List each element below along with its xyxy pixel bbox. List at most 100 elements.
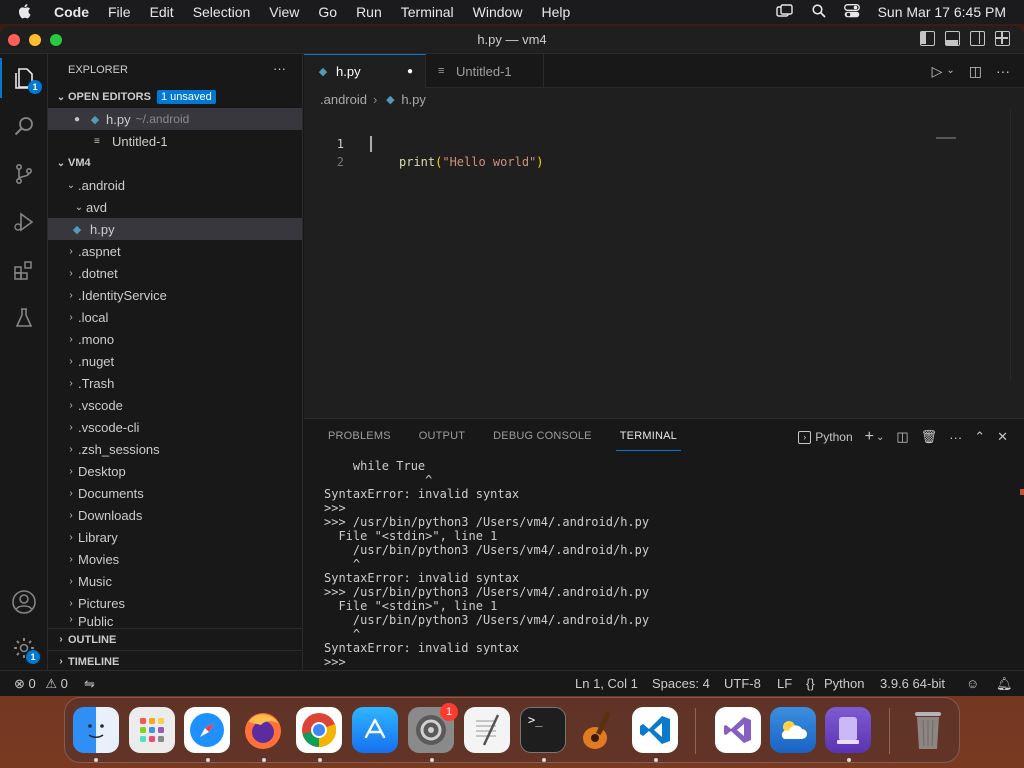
maximize-panel-chevron-up-icon[interactable]: ⌃	[974, 429, 985, 445]
language-mode[interactable]: Python	[824, 676, 864, 691]
terminal-shell-label[interactable]: Python	[815, 430, 852, 444]
minimap[interactable]	[936, 137, 956, 139]
testing-activity-icon[interactable]	[0, 298, 48, 338]
outline-section[interactable]: › OUTLINE	[48, 628, 302, 650]
close-panel-icon[interactable]: ✕	[997, 429, 1008, 445]
tree-item-nuget[interactable]: › .nuget	[48, 350, 302, 372]
cursor-position[interactable]: Ln 1, Col 1	[575, 676, 638, 691]
editor-scrollbar[interactable]	[1010, 110, 1024, 380]
toggle-secondary-sidebar-icon[interactable]	[970, 31, 985, 46]
terminal-app-icon[interactable]: >_	[520, 707, 566, 753]
system-settings-icon[interactable]: 1	[408, 703, 458, 753]
menu-window[interactable]: Window	[473, 4, 523, 20]
source-control-activity-icon[interactable]	[0, 154, 48, 194]
tree-item-avd[interactable]: ⌄ avd	[48, 196, 302, 218]
kill-terminal-trash-icon[interactable]: 🗑︎	[921, 429, 938, 445]
toggle-panel-icon[interactable]	[945, 31, 960, 46]
open-editor-h-py[interactable]: ● ◆ h.py ~/.android	[48, 108, 302, 130]
search-activity-icon[interactable]	[0, 106, 48, 146]
tab-dirty-indicator-icon[interactable]: ●	[407, 66, 413, 77]
explorer-activity-icon[interactable]: 1	[0, 58, 48, 98]
manage-gear-icon[interactable]: 1	[0, 628, 48, 668]
simulator-icon[interactable]	[825, 707, 871, 753]
tree-item-trash[interactable]: › .Trash	[48, 372, 302, 394]
tree-item-public[interactable]: › Public	[48, 614, 302, 628]
chrome-icon[interactable]	[296, 707, 342, 753]
tab-h-py[interactable]: ◆ h.py ●	[304, 54, 426, 88]
trash-icon[interactable]	[905, 707, 951, 753]
tree-item-vscode[interactable]: › .vscode	[48, 394, 302, 416]
indentation[interactable]: Spaces: 4	[652, 676, 710, 691]
menu-terminal[interactable]: Terminal	[401, 4, 454, 20]
split-terminal-icon[interactable]: ◫	[896, 429, 908, 445]
tab-terminal[interactable]: TERMINAL	[615, 422, 681, 451]
spotlight-search-icon[interactable]	[811, 3, 826, 21]
customize-layout-icon[interactable]	[995, 31, 1010, 46]
vscode-icon[interactable]	[632, 707, 678, 753]
screen-mirroring-icon[interactable]	[775, 3, 794, 21]
tree-item-pictures[interactable]: › Pictures	[48, 592, 302, 614]
finder-icon[interactable]	[73, 707, 119, 753]
run-options-chevron-down-icon[interactable]: ⌄	[946, 65, 954, 80]
toggle-primary-sidebar-icon[interactable]	[920, 31, 935, 46]
control-center-icon[interactable]	[843, 3, 860, 21]
tree-item-local[interactable]: › .local	[48, 306, 302, 328]
weather-icon[interactable]	[770, 707, 816, 753]
tree-item-movies[interactable]: › Movies	[48, 548, 302, 570]
breadcrumb-folder[interactable]: .android	[320, 92, 367, 107]
terminal-dropdown-chevron-icon[interactable]: ⌄	[876, 432, 884, 443]
tree-item-android[interactable]: ⌄ .android	[48, 174, 302, 196]
problems-status[interactable]: ⊗ 0 ⚠ 0	[14, 676, 68, 692]
garageband-icon[interactable]	[576, 707, 622, 753]
tab-debug-console[interactable]: DEBUG CONSOLE	[489, 422, 596, 450]
timeline-section[interactable]: › TIMELINE	[48, 650, 302, 670]
split-editor-icon[interactable]: ◫	[969, 63, 982, 80]
tab-output[interactable]: OUTPUT	[415, 422, 469, 450]
tree-item-downloads[interactable]: › Downloads	[48, 504, 302, 526]
accounts-activity-icon[interactable]	[0, 582, 48, 622]
menu-run[interactable]: Run	[356, 4, 382, 20]
menu-go[interactable]: Go	[318, 4, 337, 20]
menu-view[interactable]: View	[269, 4, 299, 20]
menu-file[interactable]: File	[108, 4, 131, 20]
tree-item-h-py[interactable]: ◆ h.py	[48, 218, 302, 240]
python-interpreter[interactable]: 3.9.6 64-bit	[880, 676, 945, 691]
visual-studio-icon[interactable]	[715, 707, 761, 753]
safari-icon[interactable]	[184, 707, 230, 753]
editor-more-actions-icon[interactable]: ···	[996, 63, 1010, 80]
terminal-output[interactable]: while True ^ SyntaxError: invalid syntax…	[324, 459, 649, 669]
app-store-icon[interactable]	[352, 707, 398, 753]
run-python-file-icon[interactable]: ▷	[932, 63, 943, 80]
menubar-clock[interactable]: Sun Mar 17 6:45 PM	[878, 4, 1006, 20]
firefox-icon[interactable]	[240, 707, 286, 753]
tree-item-aspnet[interactable]: › .aspnet	[48, 240, 302, 262]
tree-item-identityservice[interactable]: › .IdentityService	[48, 284, 302, 306]
vm4-folder-section[interactable]: ⌄ VM4	[48, 152, 302, 174]
notifications-bell-icon[interactable]: 🔔︎	[996, 676, 1013, 692]
menu-edit[interactable]: Edit	[150, 4, 174, 20]
tree-item-mono[interactable]: › .mono	[48, 328, 302, 350]
tab-untitled-1[interactable]: ≡ Untitled-1	[426, 54, 544, 88]
tab-problems[interactable]: PROBLEMS	[324, 422, 395, 450]
tree-item-library[interactable]: › Library	[48, 526, 302, 548]
apple-menu-icon[interactable]	[18, 3, 38, 22]
menu-selection[interactable]: Selection	[193, 4, 251, 20]
breadcrumb-file[interactable]: h.py	[401, 92, 426, 107]
dirty-dot-icon[interactable]: ●	[74, 114, 88, 125]
end-of-line[interactable]: LF	[777, 676, 792, 691]
tree-item-documents[interactable]: › Documents	[48, 482, 302, 504]
extensions-activity-icon[interactable]	[0, 250, 48, 290]
menu-help[interactable]: Help	[541, 4, 570, 20]
explorer-more-actions-icon[interactable]: ···	[273, 61, 286, 76]
tree-item-dotnet[interactable]: › .dotnet	[48, 262, 302, 284]
open-editors-section[interactable]: ⌄ OPEN EDITORS 1 unsaved	[48, 86, 302, 108]
menu-app-name[interactable]: Code	[54, 4, 89, 20]
new-terminal-plus-icon[interactable]: +	[865, 428, 874, 446]
panel-more-actions-icon[interactable]: ···	[949, 430, 962, 445]
textedit-icon[interactable]	[464, 707, 510, 753]
feedback-icon[interactable]: ☺	[966, 676, 979, 691]
tree-item-zsh-sessions[interactable]: › .zsh_sessions	[48, 438, 302, 460]
code-editor[interactable]: 1 2 print("Hello world")	[304, 110, 1024, 444]
ports-icon[interactable]: ⇋	[84, 676, 95, 692]
tree-item-music[interactable]: › Music	[48, 570, 302, 592]
